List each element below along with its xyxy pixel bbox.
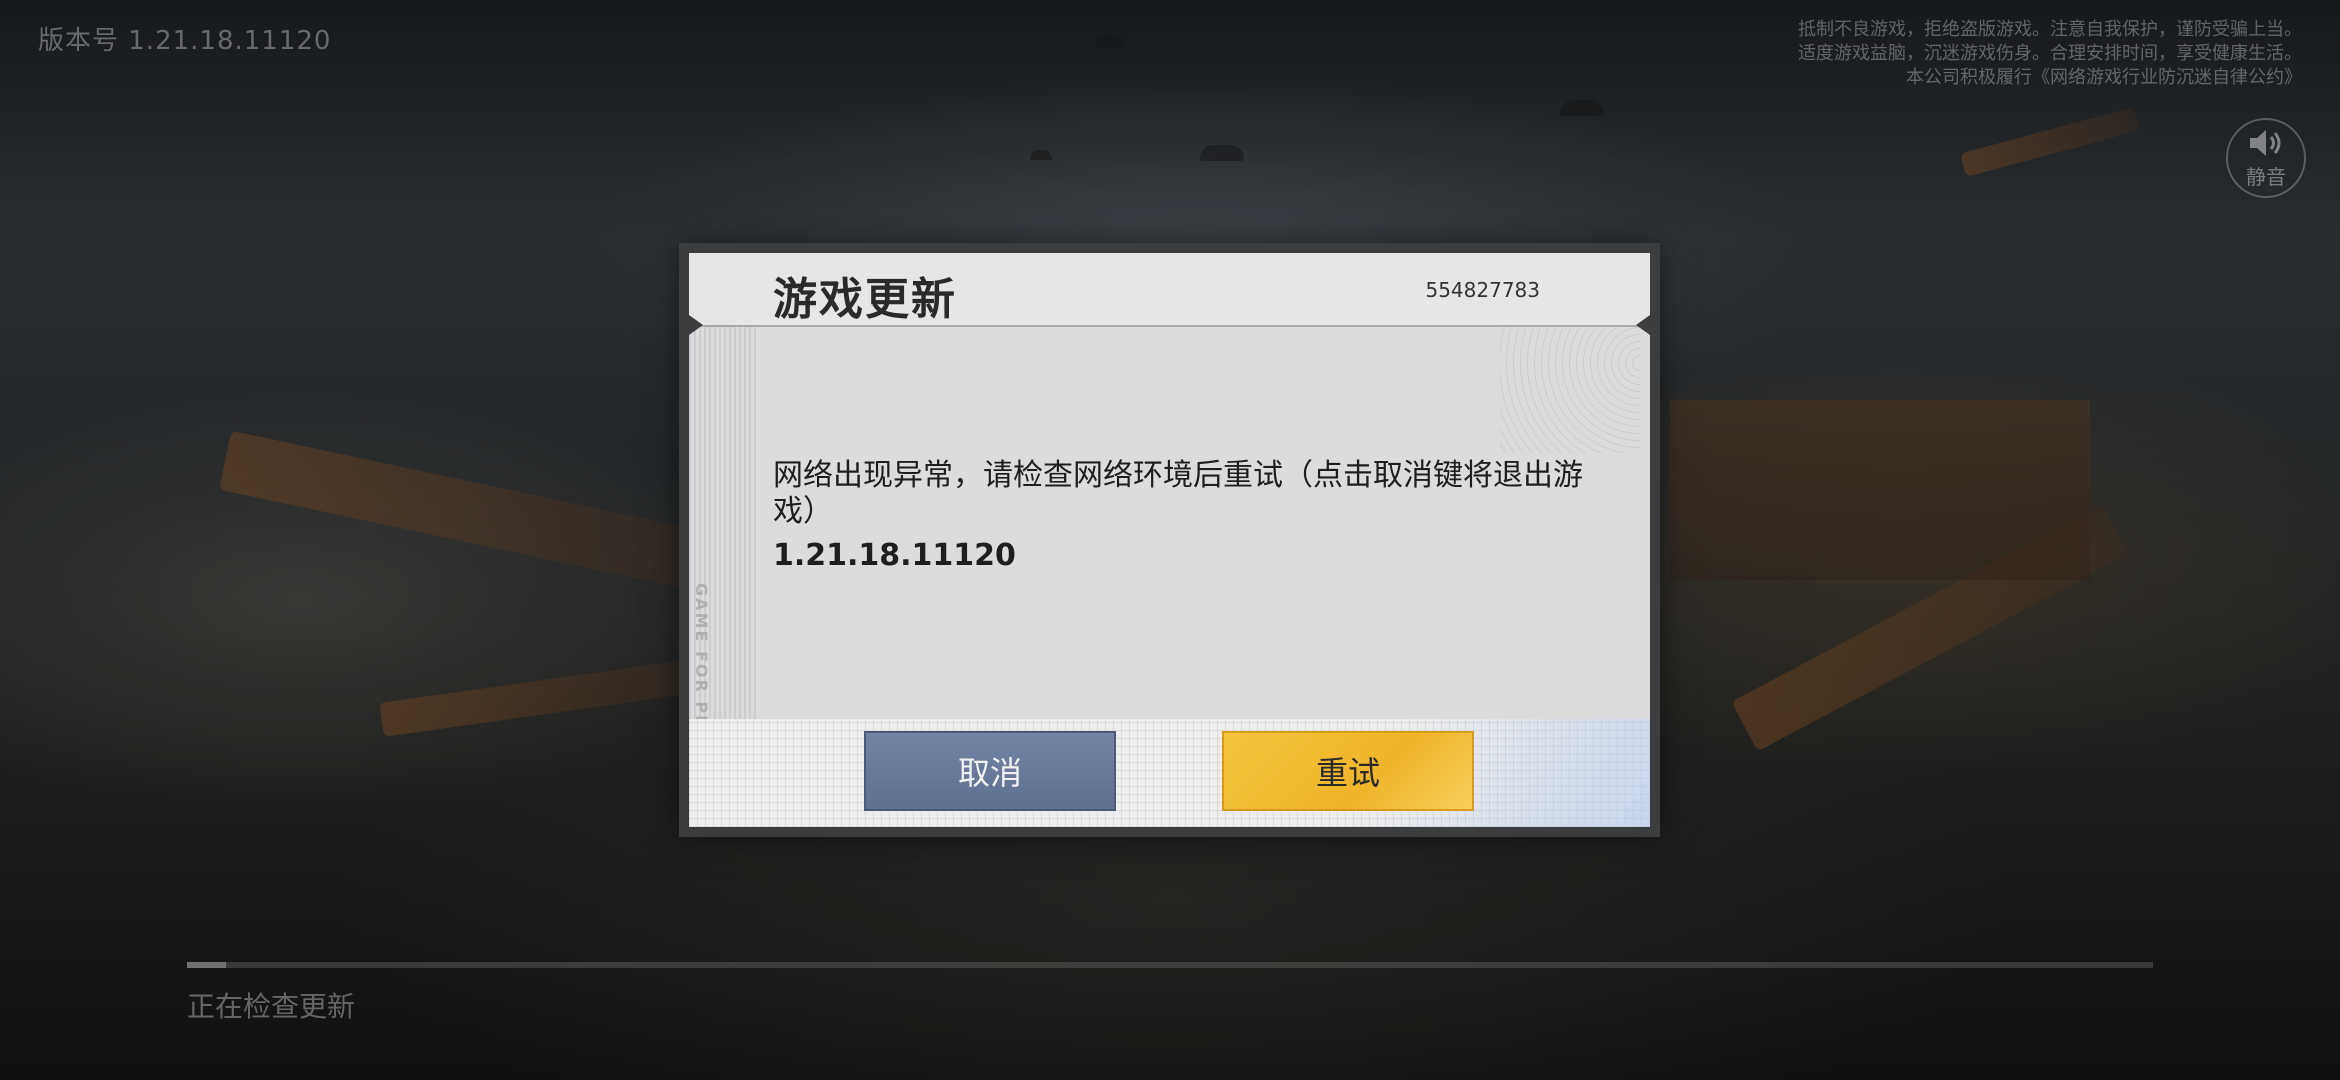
notice-line: 适度游戏益脑，沉迷游戏伤身。合理安排时间，享受健康生活。: [1798, 43, 2302, 64]
mute-label: 静音: [2246, 164, 2286, 189]
dialog-header: 游戏更新 554827783: [689, 253, 1650, 327]
dialog-id: 554827783: [1425, 278, 1540, 302]
dialog-message: 网络出现异常，请检查网络环境后重试（点击取消键将退出游戏）: [773, 458, 1583, 529]
dialog-version: 1.21.18.11120: [773, 538, 1016, 573]
game-screen: 版本号 1.21.18.11120 抵制不良游戏，拒绝盗版游戏。注意自我保护，谨…: [0, 0, 2340, 1080]
mute-button[interactable]: 静音: [2226, 118, 2306, 198]
anti-addiction-notice: 抵制不良游戏，拒绝盗版游戏。注意自我保护，谨防受骗上当。 适度游戏益脑，沉迷游戏…: [1682, 18, 2302, 90]
loading-status: 正在检查更新: [187, 990, 356, 1023]
header-notch-right: [1636, 315, 1650, 335]
dialog-footer: 取消 重试: [689, 719, 1650, 827]
dialog-panel: GAME FOR PEACE 游戏更新 554827783 网络出现异常，请检查…: [689, 253, 1650, 827]
retry-button[interactable]: 重试: [1222, 731, 1474, 811]
header-notch-left: [689, 315, 703, 335]
notice-line: 本公司积极履行《网络游戏行业防沉迷自律公约》: [1906, 67, 2302, 88]
version-label: 版本号 1.21.18.11120: [38, 26, 332, 56]
cancel-button[interactable]: 取消: [864, 731, 1116, 811]
dialog-title: 游戏更新: [773, 274, 957, 325]
notice-line: 抵制不良游戏，拒绝盗版游戏。注意自我保护，谨防受骗上当。: [1798, 19, 2302, 40]
progress-fill: [187, 962, 227, 968]
update-dialog: GAME FOR PEACE 游戏更新 554827783 网络出现异常，请检查…: [679, 243, 1660, 837]
update-progress-bar: [187, 962, 2153, 968]
speaker-icon: [2250, 129, 2281, 156]
